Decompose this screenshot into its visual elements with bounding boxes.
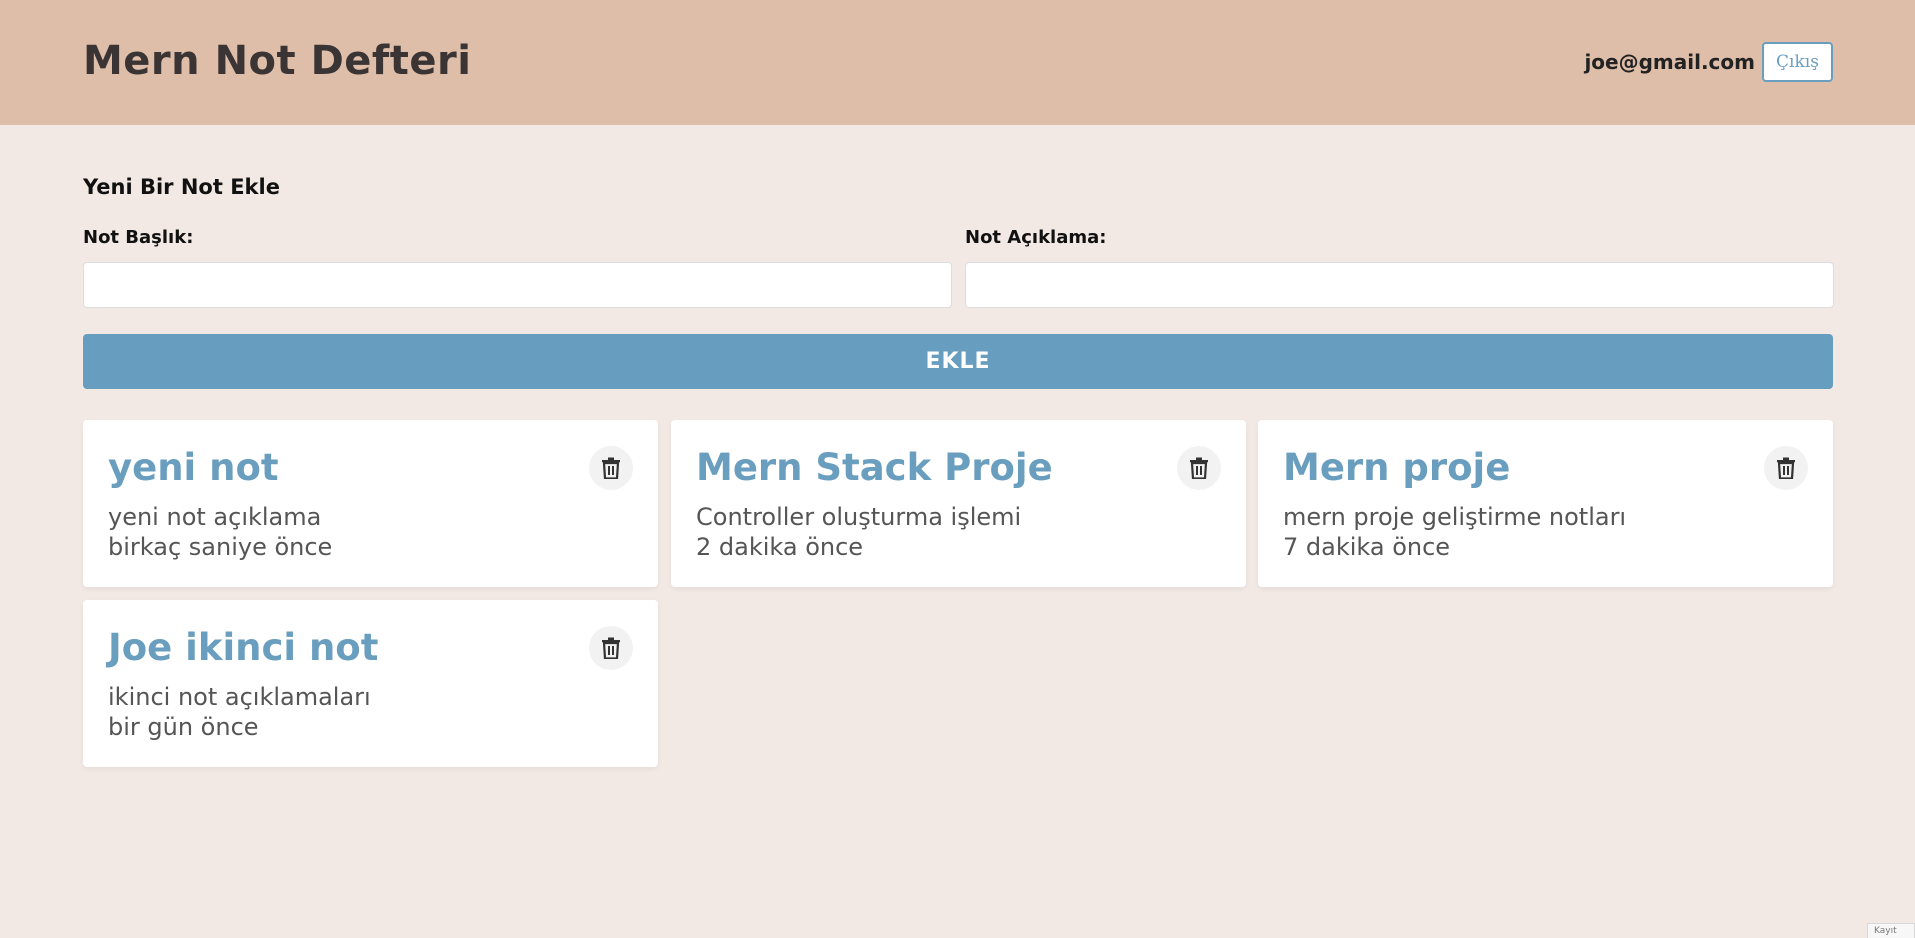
delete-note-button[interactable] <box>589 446 633 490</box>
app-title: Mern Not Defteri <box>83 38 472 84</box>
note-timestamp: 7 dakika önce <box>1283 533 1451 561</box>
note-card: Mern Stack Proje Controller oluşturma iş… <box>671 420 1246 587</box>
user-email: joe@gmail.com <box>1584 50 1755 74</box>
corner-tab[interactable]: Kayıt <box>1867 923 1915 938</box>
note-body: Controller oluşturma işlemi 2 dakika önc… <box>696 502 1021 562</box>
note-description: yeni not açıklama <box>108 503 322 531</box>
trash-icon <box>1190 457 1208 479</box>
delete-note-button[interactable] <box>1177 446 1221 490</box>
note-description-input[interactable] <box>965 262 1834 308</box>
app-header: Mern Not Defteri joe@gmail.com Çıkış <box>0 0 1915 125</box>
note-title: Joe ikinci not <box>108 626 379 669</box>
note-card: yeni not yeni not açıklama birkaç saniye… <box>83 420 658 587</box>
note-body: mern proje geliştirme notları 7 dakika ö… <box>1283 502 1626 562</box>
note-timestamp: bir gün önce <box>108 713 259 741</box>
trash-icon <box>602 457 620 479</box>
note-description: ikinci not açıklamaları <box>108 683 371 711</box>
note-body: ikinci not açıklamaları bir gün önce <box>108 682 371 742</box>
form-heading: Yeni Bir Not Ekle <box>83 175 280 199</box>
trash-icon <box>1777 457 1795 479</box>
note-description: Controller oluşturma işlemi <box>696 503 1022 531</box>
logout-button[interactable]: Çıkış <box>1762 42 1833 82</box>
note-body: yeni not açıklama birkaç saniye önce <box>108 502 332 562</box>
note-title-input[interactable] <box>83 262 952 308</box>
note-title-label: Not Başlık: <box>83 227 194 248</box>
note-card: Mern proje mern proje geliştirme notları… <box>1258 420 1833 587</box>
note-description-label: Not Açıklama: <box>965 227 1107 248</box>
note-timestamp: birkaç saniye önce <box>108 533 333 561</box>
trash-icon <box>602 637 620 659</box>
delete-note-button[interactable] <box>589 626 633 670</box>
note-title: yeni not <box>108 446 279 489</box>
add-note-button[interactable]: EKLE <box>83 334 1833 389</box>
delete-note-button[interactable] <box>1764 446 1808 490</box>
note-description: mern proje geliştirme notları <box>1283 503 1627 531</box>
note-title: Mern Stack Proje <box>696 446 1053 489</box>
note-timestamp: 2 dakika önce <box>696 533 864 561</box>
note-title: Mern proje <box>1283 446 1511 489</box>
note-card: Joe ikinci not ikinci not açıklamaları b… <box>83 600 658 767</box>
